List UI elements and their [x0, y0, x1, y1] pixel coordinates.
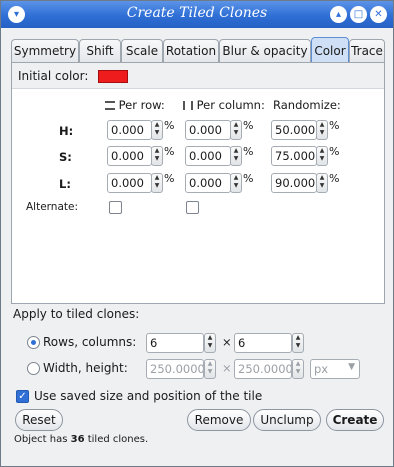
rows-columns-times: × — [222, 335, 232, 349]
status-text: Object has 36 tiled clones. — [14, 434, 148, 445]
status-suffix: tiled clones. — [84, 434, 149, 445]
l-randomize-percent: % — [329, 172, 340, 185]
l-per-column-stepper[interactable]: ▲ ▼ — [230, 173, 242, 193]
create-button[interactable]: Create — [326, 409, 384, 431]
remove-button[interactable]: Remove — [187, 409, 251, 431]
per-column-icon — [183, 101, 193, 110]
per-row-icon — [105, 101, 115, 110]
l-randomize-value: 90.000 — [275, 176, 316, 190]
h-randomize-stepper[interactable]: ▲ ▼ — [316, 120, 328, 140]
tab-symmetry[interactable]: Symmetry — [11, 39, 79, 63]
s-randomize-value: 75.000 — [275, 149, 316, 163]
height-stepper[interactable]: ▲ ▼ — [292, 359, 304, 379]
clone-count: 36 — [70, 434, 85, 445]
h-label: H: — [59, 124, 74, 138]
rows-columns-label: Rows, columns: — [43, 335, 137, 349]
create-tiled-clones-dialog: ▾ Create Tiled Clones ▴ □ ✕ Symmetry Shi… — [0, 0, 394, 467]
s-randomize-stepper[interactable]: ▲ ▼ — [316, 146, 328, 166]
per-row-label: Per row: — [118, 98, 165, 112]
s-label: S: — [59, 150, 72, 164]
tab-rotation[interactable]: Rotation — [163, 39, 219, 63]
columns-value: 6 — [238, 336, 246, 350]
width-height-label: Width, height: — [43, 361, 128, 375]
h-per-column-input[interactable]: 0.000 — [185, 120, 231, 140]
l-randomize-input[interactable]: 90.000 — [271, 173, 317, 193]
width-height-times: × — [222, 361, 232, 375]
s-per-column-value: 0.000 — [189, 149, 222, 163]
tab-blur-opacity[interactable]: Blur & opacity — [219, 39, 311, 63]
s-per-row-percent: % — [164, 145, 175, 158]
l-per-row-stepper[interactable]: ▲ ▼ — [151, 173, 163, 193]
columns-input[interactable]: 6 — [234, 333, 292, 353]
s-per-column-input[interactable]: 0.000 — [185, 146, 231, 166]
chevron-down-icon: ▼ — [348, 362, 355, 372]
h-randomize-input[interactable]: 50.000 — [271, 120, 317, 140]
alternate-label: Alternate: — [26, 201, 79, 213]
h-per-row-stepper[interactable]: ▲ ▼ — [151, 120, 163, 140]
h-randomize-percent: % — [329, 119, 340, 132]
use-saved-label: Use saved size and position of the tile — [34, 389, 263, 403]
per-column-label: Per column: — [196, 98, 265, 112]
s-per-column-stepper[interactable]: ▲ ▼ — [230, 146, 242, 166]
title-bar[interactable]: ▾ Create Tiled Clones ▴ □ ✕ — [1, 1, 393, 28]
h-per-column-percent: % — [243, 119, 254, 132]
tab-scale[interactable]: Scale — [121, 39, 163, 63]
width-height-radio[interactable] — [27, 362, 40, 375]
initial-color-row: Initial color: — [12, 63, 384, 89]
per-column-header: Per column: — [183, 98, 265, 112]
s-per-column-percent: % — [243, 145, 254, 158]
width-input[interactable]: 250.0000 — [146, 359, 204, 379]
tab-bar: Symmetry Shift Scale Rotation Blur & opa… — [11, 37, 385, 64]
l-per-row-input[interactable]: 0.000 — [107, 173, 152, 193]
width-stepper[interactable]: ▲ ▼ — [204, 359, 216, 379]
randomize-header: Randomize: — [273, 98, 341, 112]
reset-button[interactable]: Reset — [15, 409, 63, 431]
l-per-row-value: 0.000 — [111, 176, 144, 190]
status-prefix: Object has — [14, 434, 71, 445]
h-per-column-stepper[interactable]: ▲ ▼ — [230, 120, 242, 140]
tab-shift[interactable]: Shift — [79, 39, 121, 63]
unit-value: px — [314, 362, 329, 376]
initial-color-label: Initial color: — [18, 69, 89, 83]
s-per-row-stepper[interactable]: ▲ ▼ — [151, 146, 163, 166]
s-randomize-percent: % — [329, 145, 340, 158]
h-randomize-value: 50.000 — [275, 123, 316, 137]
unit-select[interactable]: px ▼ — [310, 359, 360, 379]
width-value: 250.0000 — [150, 362, 204, 376]
per-row-header: Per row: — [105, 98, 165, 112]
h-per-row-value: 0.000 — [111, 123, 144, 137]
l-per-column-value: 0.000 — [189, 176, 222, 190]
rows-value: 6 — [150, 336, 158, 350]
height-input[interactable]: 250.0000 — [234, 359, 292, 379]
l-per-column-percent: % — [243, 172, 254, 185]
s-randomize-input[interactable]: 75.000 — [271, 146, 317, 166]
maximize-icon[interactable]: □ — [350, 6, 367, 23]
minimize-icon[interactable]: ▴ — [330, 6, 347, 23]
alternate-per-row-checkbox[interactable] — [109, 201, 122, 214]
l-label: L: — [59, 177, 71, 191]
use-saved-checkbox[interactable]: ✓ — [16, 390, 29, 403]
rows-columns-radio[interactable] — [27, 336, 40, 349]
tab-trace[interactable]: Trace — [349, 39, 385, 63]
tab-color[interactable]: Color — [311, 37, 349, 64]
close-icon[interactable]: ✕ — [370, 6, 387, 23]
height-value: 250.0000 — [238, 362, 292, 376]
l-per-column-input[interactable]: 0.000 — [185, 173, 231, 193]
l-randomize-stepper[interactable]: ▲ ▼ — [316, 173, 328, 193]
columns-stepper[interactable]: ▲ ▼ — [292, 333, 304, 353]
rows-stepper[interactable]: ▲ ▼ — [204, 333, 216, 353]
alternate-per-column-checkbox[interactable] — [186, 201, 199, 214]
h-per-row-percent: % — [164, 119, 175, 132]
unclump-button[interactable]: Unclump — [253, 409, 321, 431]
rows-input[interactable]: 6 — [146, 333, 204, 353]
color-tab-panel: Initial color: Per row: Per column: Rand… — [11, 62, 385, 304]
h-per-row-input[interactable]: 0.000 — [107, 120, 152, 140]
initial-color-swatch[interactable] — [98, 70, 128, 83]
s-per-row-value: 0.000 — [111, 149, 144, 163]
h-per-column-value: 0.000 — [189, 123, 222, 137]
apply-heading: Apply to tiled clones: — [13, 307, 140, 321]
s-per-row-input[interactable]: 0.000 — [107, 146, 152, 166]
l-per-row-percent: % — [164, 172, 175, 185]
